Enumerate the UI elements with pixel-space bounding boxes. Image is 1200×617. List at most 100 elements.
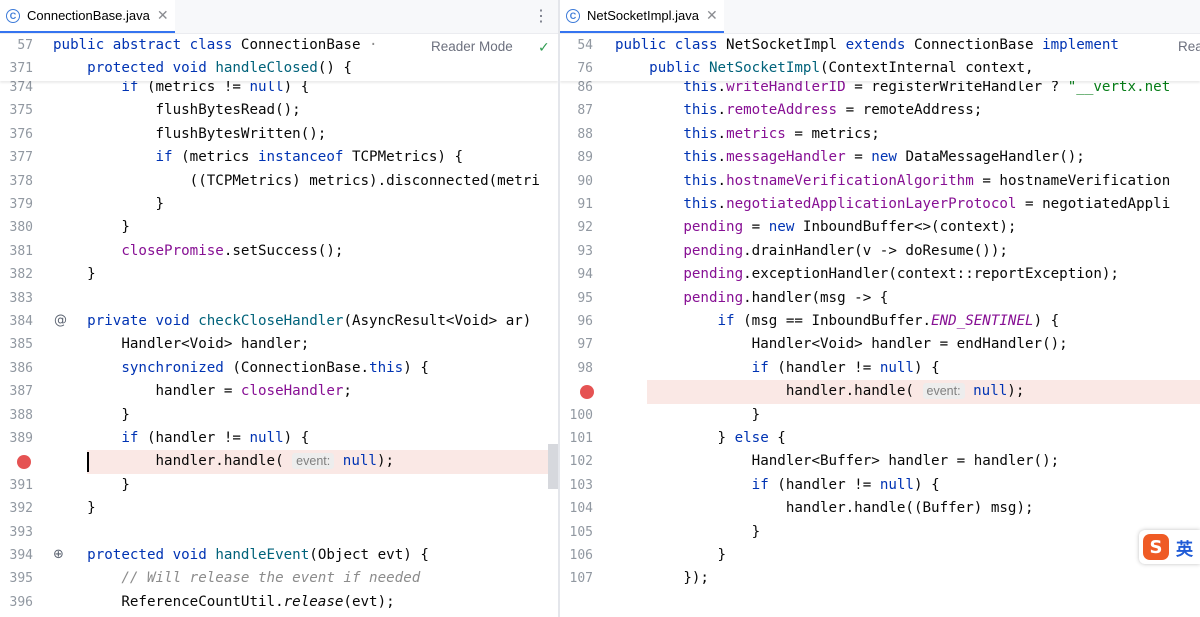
code-line[interactable]: 396 ReferenceCountUtil.release(evt); — [0, 591, 558, 614]
code-line[interactable]: 91 this.negotiatedApplicationLayerProtoc… — [560, 193, 1200, 216]
code-line[interactable]: 387 handler = closeHandler; — [0, 380, 558, 403]
code-line[interactable]: 89 this.messageHandler = new DataMessage… — [560, 146, 1200, 169]
line-number[interactable]: 104 — [560, 497, 593, 520]
code-line[interactable]: 393 — [0, 521, 558, 544]
code-line[interactable]: 98 if (handler != null) { — [560, 357, 1200, 380]
line-number[interactable]: 87 — [560, 99, 593, 122]
code-line[interactable]: 106 } — [560, 544, 1200, 567]
code-line[interactable]: 378 ((TCPMetrics) metrics).disconnected(… — [0, 170, 558, 193]
line-number[interactable]: 387 — [0, 380, 33, 403]
sticky-scope-line[interactable]: 54 public class NetSocketImpl extends Con… — [560, 34, 1200, 58]
input-method-indicator[interactable]: S 英 — [1139, 530, 1200, 564]
code-line[interactable]: 93 pending.drainHandler(v -> doResume())… — [560, 240, 1200, 263]
code-line[interactable]: 392 } — [0, 497, 558, 520]
code-line[interactable]: 388 } — [0, 404, 558, 427]
line-number[interactable]: 385 — [0, 333, 33, 356]
code-line[interactable]: 107 }); — [560, 567, 1200, 590]
left-scrollbar-thumb[interactable] — [548, 444, 558, 489]
line-number[interactable]: 91 — [560, 193, 593, 216]
code-line[interactable]: 379 } — [0, 193, 558, 216]
line-number[interactable]: 388 — [0, 404, 33, 427]
code-line[interactable]: 103 if (handler != null) { — [560, 474, 1200, 497]
code-line[interactable]: 88 this.metrics = metrics; — [560, 123, 1200, 146]
code-line[interactable]: 102 Handler<Buffer> handler = handler(); — [560, 450, 1200, 473]
line-number[interactable]: 386 — [0, 357, 33, 380]
tab-connectionbase-java[interactable]: C ConnectionBase.java ✕ — [0, 0, 175, 33]
code-line[interactable]: 90 this.hostnameVerificationAlgorithm = … — [560, 170, 1200, 193]
line-number[interactable]: 384 — [0, 310, 33, 333]
reader-mode-toggle[interactable]: Reader Mode — [431, 39, 513, 54]
code-line[interactable]: 381 closePromise.setSuccess(); — [0, 240, 558, 263]
line-number[interactable]: 383 — [0, 287, 33, 310]
line-number[interactable]: 105 — [560, 521, 593, 544]
code-line[interactable]: 101 } else { — [560, 427, 1200, 450]
code-line[interactable]: 87 this.remoteAddress = remoteAddress; — [560, 99, 1200, 122]
reader-mode-toggle[interactable]: Rea — [1178, 39, 1200, 54]
line-number[interactable]: 93 — [560, 240, 593, 263]
sticky-scope-line[interactable]: 76 public NetSocketImpl(ContextInternal … — [560, 57, 1200, 81]
line-number[interactable]: 382 — [0, 263, 33, 286]
inspection-ok-icon[interactable]: ✓ — [538, 40, 550, 56]
code-line[interactable]: 385 Handler<Void> handler; — [0, 333, 558, 356]
code-line[interactable]: 380 } — [0, 216, 558, 239]
code-line[interactable]: 105 } — [560, 521, 1200, 544]
line-number[interactable]: 380 — [0, 216, 33, 239]
line-number[interactable]: 106 — [560, 544, 593, 567]
code-line[interactable]: 395 // Will release the event if needed — [0, 567, 558, 590]
code-line[interactable]: 391 } — [0, 474, 558, 497]
code-line[interactable]: 376 flushBytesWritten(); — [0, 123, 558, 146]
line-number[interactable]: 98 — [560, 357, 593, 380]
close-tab-icon[interactable]: ✕ — [706, 7, 718, 24]
left-code-editor[interactable]: 396 ReferenceCountUtil.release(evt); 395 … — [0, 34, 558, 617]
line-number[interactable]: 95 — [560, 287, 593, 310]
line-number[interactable]: 393 — [0, 521, 33, 544]
tab-netsocketimpl-java[interactable]: C NetSocketImpl.java ✕ — [560, 0, 724, 33]
line-number[interactable]: 376 — [0, 123, 33, 146]
override-gutter-icon[interactable]: ⊕ — [53, 547, 64, 562]
code-line[interactable]: 394 protected void handleEvent(Object ev… — [0, 544, 558, 567]
line-number[interactable]: 89 — [560, 146, 593, 169]
code-line[interactable]: 95 pending.handler(msg -> { — [560, 287, 1200, 310]
close-tab-icon[interactable]: ✕ — [157, 7, 169, 24]
code-line[interactable]: 377 if (metrics instanceof TCPMetrics) { — [0, 146, 558, 169]
code-line[interactable]: 104 handler.handle((Buffer) msg); — [560, 497, 1200, 520]
line-number[interactable]: 88 — [560, 123, 593, 146]
line-number[interactable]: 97 — [560, 333, 593, 356]
line-number[interactable]: 389 — [0, 427, 33, 450]
code-line[interactable]: 97 Handler<Void> handler = endHandler(); — [560, 333, 1200, 356]
line-number[interactable]: 90 — [560, 170, 593, 193]
line-number[interactable]: 96 — [560, 310, 593, 333]
line-number[interactable]: 107 — [560, 567, 593, 590]
sticky-scope-line[interactable]: 371 protected void handleClosed() { — [0, 57, 558, 81]
code-line[interactable]: 386 synchronized (ConnectionBase.this) { — [0, 357, 558, 380]
line-number[interactable]: 394 — [0, 544, 33, 567]
code-line[interactable]: 389 if (handler != null) { — [0, 427, 558, 450]
annotation-gutter-icon[interactable]: @ — [54, 313, 67, 328]
code-line[interactable]: 383 — [0, 287, 558, 310]
code-line[interactable]: 384 private void checkCloseHandler(Async… — [0, 310, 558, 333]
line-number[interactable]: 94 — [560, 263, 593, 286]
line-number[interactable]: 392 — [0, 497, 33, 520]
code-line[interactable]: 375 flushBytesRead(); — [0, 99, 558, 122]
code-line[interactable]: 96 if (msg == InboundBuffer.END_SENTINEL… — [560, 310, 1200, 333]
code-line[interactable]: 94 pending.exceptionHandler(context::rep… — [560, 263, 1200, 286]
line-number[interactable]: 92 — [560, 216, 593, 239]
line-number[interactable]: 378 — [0, 170, 33, 193]
code-line[interactable]: 382 } — [0, 263, 558, 286]
line-number[interactable]: 395 — [0, 567, 33, 590]
line-number[interactable]: 375 — [0, 99, 33, 122]
line-number[interactable]: 396 — [0, 591, 33, 614]
breakpoint-icon[interactable] — [580, 385, 594, 400]
line-number[interactable]: 381 — [0, 240, 33, 263]
code-line[interactable]: 100 } — [560, 404, 1200, 427]
line-number[interactable]: 379 — [0, 193, 33, 216]
line-number[interactable]: 100 — [560, 404, 593, 427]
breakpoint-icon[interactable] — [17, 455, 31, 470]
more-options-icon[interactable]: ⋮ — [533, 6, 549, 26]
line-number[interactable]: 103 — [560, 474, 593, 497]
line-number[interactable]: 391 — [0, 474, 33, 497]
code-line[interactable]: 92 pending = new InboundBuffer<>(context… — [560, 216, 1200, 239]
right-code-editor[interactable]: 107 }); 106 } 105 } 104 handler.handle((Buf… — [560, 34, 1200, 617]
line-number[interactable]: 377 — [0, 146, 33, 169]
line-number[interactable]: 102 — [560, 450, 593, 473]
